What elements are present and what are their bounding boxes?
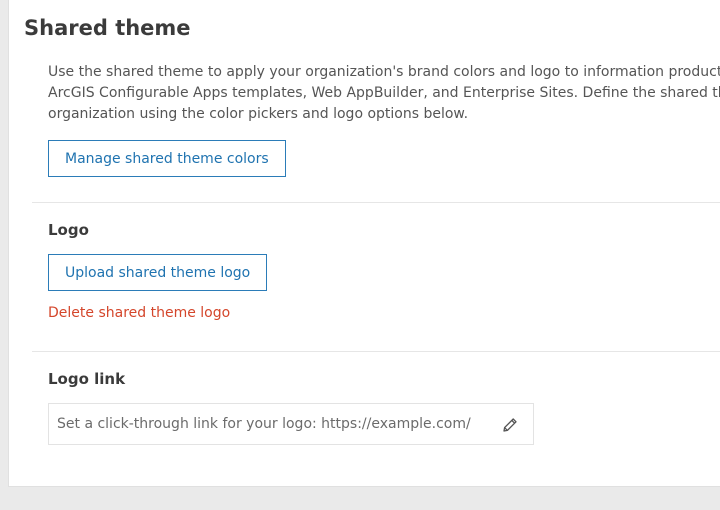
section-description: Use the shared theme to apply your organ… <box>48 62 720 125</box>
upload-logo-button[interactable]: Upload shared theme logo <box>48 254 268 291</box>
delete-logo-link[interactable]: Delete shared theme logo <box>48 305 230 321</box>
section-title: Shared theme <box>24 16 191 40</box>
logo-link-heading: Logo link <box>48 370 126 388</box>
logo-link-input[interactable] <box>49 404 499 444</box>
logo-link-field <box>48 403 534 445</box>
manage-theme-colors-button[interactable]: Manage shared theme colors <box>48 140 286 177</box>
shared-theme-panel: Shared theme Use the shared theme to app… <box>8 0 720 487</box>
description-line-2: ArcGIS Configurable Apps templates, Web … <box>48 85 720 101</box>
logo-heading: Logo <box>48 221 89 239</box>
description-line-1: Use the shared theme to apply your organ… <box>48 64 720 80</box>
divider <box>32 202 720 203</box>
pencil-icon[interactable] <box>501 416 519 434</box>
divider <box>32 351 720 352</box>
description-line-3: organization using the color pickers and… <box>48 106 469 122</box>
